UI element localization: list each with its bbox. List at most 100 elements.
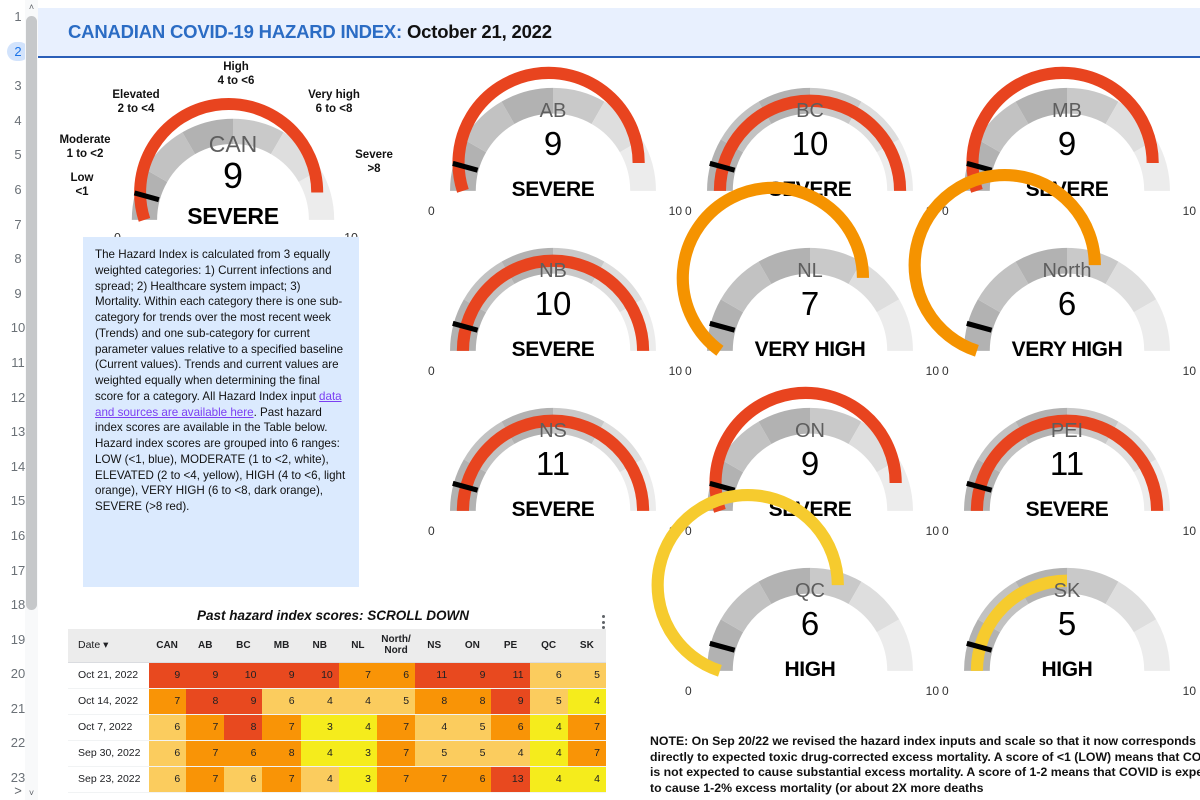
table-cell-score: 10	[224, 662, 263, 689]
gauge-value-number: 6	[1057, 284, 1077, 322]
scrollbar-thumb[interactable]	[26, 16, 37, 610]
gauge-level-label: VERY HIGH	[754, 338, 866, 362]
canada-gauge-block: Low <1 Moderate 1 to <2 Elevated 2 to <4…	[38, 58, 418, 245]
gauge-region-label: NL	[797, 259, 823, 282]
gauge-pei: PEI 11 SEVERE 0 10	[942, 388, 1196, 538]
sheet-content: CANADIAN COVID-19 HAZARD INDEX: October …	[38, 0, 1200, 800]
gauge-region-label: North	[1042, 259, 1092, 282]
table-cell-score: 4	[529, 766, 568, 793]
gauge-value-number: 11	[1049, 444, 1085, 482]
table-cell-score: 4	[529, 740, 568, 767]
vertical-scrollbar[interactable]: ˄ ˅	[25, 0, 38, 800]
gauge-min-label: 0	[685, 204, 692, 218]
table-cell-score: 3	[338, 766, 377, 793]
gauge-cell-ab: AB 9 SEVERE 0 10	[428, 62, 682, 218]
band-label-moderate: Moderate 1 to <2	[59, 134, 111, 161]
gauge-max-label: 10	[925, 364, 939, 378]
title-date-text: October 21, 2022	[406, 21, 552, 42]
spreadsheet-canvas: 1 2 3 4 5 6 7 8 9 10 11 12 13 14 15 16 17 18 19 20 21 22 23 > ˄…	[0, 0, 1200, 800]
province-gauge-grid: AB 9 SEVERE 0 10 BC 10 SEVERE 0 10 MB 9 SEVERE 0 10 NB 1…	[428, 62, 1200, 722]
table-cell-date: Sep 30, 2022	[68, 740, 149, 767]
gauge-cell-nb: NB 10 SEVERE 0 10	[428, 222, 682, 378]
gauge-value-number: 10	[534, 284, 572, 322]
table-cell-score: 4	[300, 766, 339, 793]
gauge-region-label: ON	[795, 419, 825, 442]
gauge-value-number: 11	[535, 444, 571, 482]
table-cell-score: 8	[262, 740, 301, 767]
gauge-region-label: SK	[1053, 579, 1081, 602]
table-cell-score: 5	[376, 688, 416, 715]
gauge-level-label: SEVERE	[187, 203, 279, 230]
gauge-min-label: 0	[942, 364, 949, 378]
table-cell-score: 7	[186, 714, 225, 741]
table-cell-score: 6	[148, 766, 187, 793]
gauge-north: North 6 VERY HIGH 0 10	[908, 168, 1196, 378]
gauge-region-label: BC	[796, 99, 824, 122]
table-cell-score: 9	[186, 662, 225, 689]
gauge-min-label: 0	[428, 204, 435, 218]
table-col-header-4: MB	[262, 629, 301, 663]
table-cell-score: 7	[262, 766, 301, 793]
bottom-note: NOTE: On Sep 20/22 we revised the hazard…	[650, 734, 1200, 795]
table-cell-score: 7	[415, 766, 454, 793]
table-cell-score: 4	[338, 688, 377, 715]
gauge-max-label: 10	[1182, 364, 1196, 378]
table-cell-score: 9	[224, 688, 263, 715]
table-cell-score: 9	[262, 662, 301, 689]
table-cell-score: 8	[186, 688, 225, 715]
table-cell-score: 6	[148, 714, 187, 741]
scroll-down-arrow-icon[interactable]: ˅	[25, 786, 38, 800]
table-cell-score: 5	[415, 740, 454, 767]
table-col-header-0[interactable]: Date ▾	[68, 629, 148, 663]
gauge-cell-ns: NS 11 SEVERE 0 10	[428, 382, 682, 538]
gauge-level-label: SEVERE	[511, 498, 595, 522]
table-cell-score: 4	[300, 740, 339, 767]
table-cell-score: 4	[300, 688, 339, 715]
scroll-up-arrow-icon[interactable]: ˄	[25, 0, 38, 14]
dashboard-title-band: CANADIAN COVID-19 HAZARD INDEX: October …	[38, 8, 1200, 58]
table-col-header-6: NL	[338, 629, 377, 663]
gauge-nb: NB 10 SEVERE 0 10	[428, 228, 682, 378]
gauge-level-label: SEVERE	[511, 178, 595, 202]
gauge-region-label: AB	[539, 99, 567, 122]
gauge-nl: NL 7 VERY HIGH 0 10	[676, 181, 939, 378]
table-cell-date: Oct 14, 2022	[68, 688, 149, 715]
table-cell-score: 3	[338, 740, 377, 767]
table-col-header-7: North/ Nord	[376, 629, 416, 663]
band-label-low: Low <1	[70, 172, 94, 199]
gauge-cell-nl: NL 7 VERY HIGH 0 10	[676, 181, 939, 378]
gauge-qc: QC 6 HIGH 0 10	[651, 488, 939, 698]
gauge-level-label: HIGH	[1041, 658, 1093, 682]
gauge-mb: MB 9 SEVERE 0 10	[942, 66, 1196, 218]
table-cell-score: 6	[262, 688, 301, 715]
table-cell-score: 4	[491, 740, 530, 767]
info-description-box: The Hazard Index is calculated from 3 eq…	[83, 237, 359, 587]
gauge-level-label: SEVERE	[511, 338, 595, 362]
gauge-min-label: 0	[685, 364, 692, 378]
table-col-header-1: CAN	[148, 629, 187, 663]
gauge-region-label: PEI	[1050, 419, 1084, 442]
table-col-header-5: NB	[300, 629, 339, 663]
gauge-max-label: 10	[668, 204, 682, 218]
table-cell-score: 7	[567, 740, 606, 767]
gauge-min-label: 0	[428, 524, 435, 538]
table-cell-score: 7	[262, 714, 301, 741]
table-cell-score: 7	[376, 740, 416, 767]
table-cell-score: 4	[338, 714, 377, 741]
gauge-value-number: 10	[791, 124, 829, 162]
gauge-cell-pei: PEI 11 SEVERE 0 10	[942, 382, 1196, 538]
gauge-level-label: SEVERE	[1025, 498, 1109, 522]
gauge-max-label: 10	[1182, 524, 1196, 538]
gauge-bc: BC 10 SEVERE 0 10	[685, 68, 939, 218]
table-cell-score: 7	[186, 740, 225, 767]
gauge-region-label: QC	[795, 579, 825, 602]
table-cell-score: 10	[300, 662, 339, 689]
gauge-min-label: 0	[428, 364, 435, 378]
band-label-high: High 4 to <6	[217, 61, 255, 88]
gauge-max-label: 10	[668, 364, 682, 378]
gauge-sk: SK 5 HIGH 0 10	[942, 548, 1196, 698]
table-cell-score: 3	[300, 714, 339, 741]
table-cell-score: 13	[491, 766, 530, 793]
table-row: Sep 23, 2022 6 7 6 7 4 3 7 7 6 13 4 4	[68, 766, 606, 793]
gauge-min-label: 0	[685, 684, 692, 698]
